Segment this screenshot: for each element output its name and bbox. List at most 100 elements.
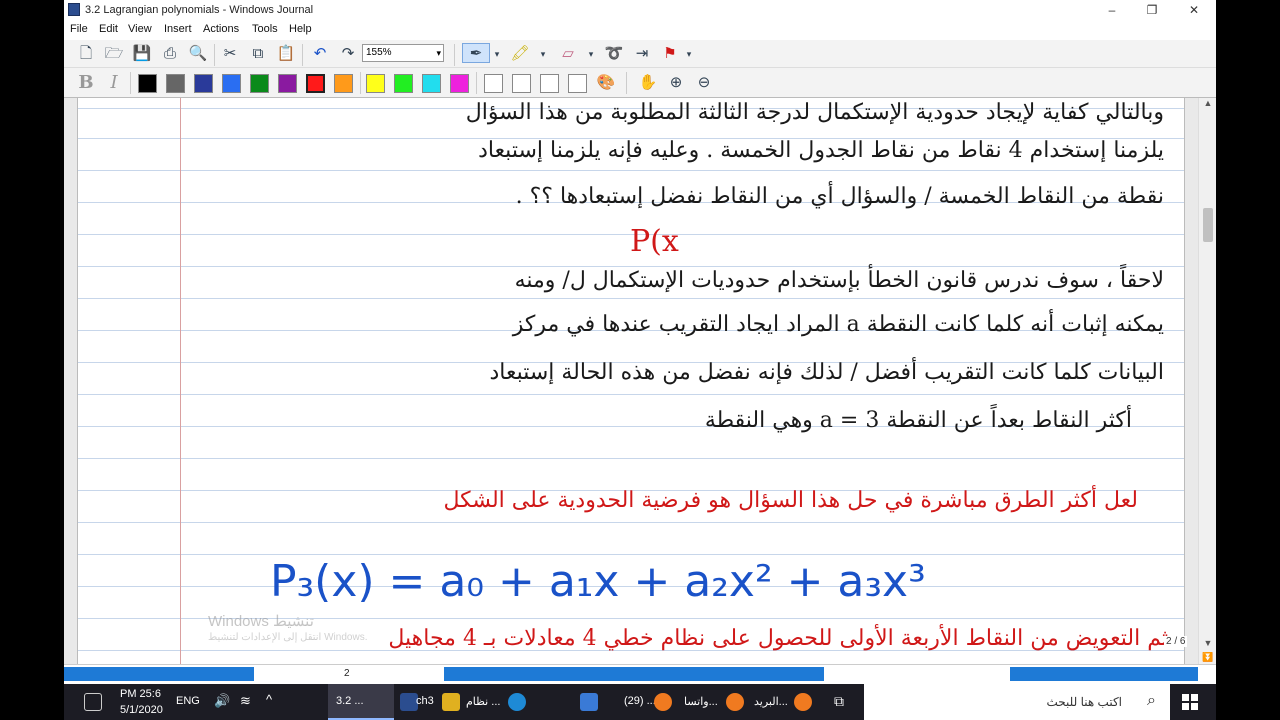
task-label[interactable]: (29) ... bbox=[624, 695, 656, 707]
separator bbox=[214, 44, 215, 66]
search-icon: ⌕ bbox=[1147, 692, 1156, 709]
color-swatch-magenta[interactable] bbox=[450, 74, 469, 93]
color-swatch-green[interactable] bbox=[250, 74, 269, 93]
menu-insert[interactable]: Insert bbox=[164, 23, 192, 35]
color-swatch-blue[interactable] bbox=[222, 74, 241, 93]
scroll-up-icon[interactable]: ▲ bbox=[1199, 98, 1216, 112]
red-ink-fragment: P(x bbox=[630, 224, 679, 259]
format-toolbar: B I 🎨 ✋ ⊕ ⊖ bbox=[64, 68, 1216, 98]
wifi-icon[interactable]: ≋ bbox=[240, 693, 251, 709]
save-icon[interactable]: 💾 bbox=[132, 44, 152, 64]
task-label[interactable]: ch3 bbox=[416, 695, 434, 707]
task-label[interactable]: البريد... bbox=[754, 695, 788, 708]
flag-icon[interactable]: ⚑ bbox=[660, 44, 680, 64]
highlighter-icon[interactable]: 🖍 bbox=[510, 44, 530, 64]
chevron-down-icon[interactable]: ▾ bbox=[538, 44, 548, 64]
page-tab[interactable] bbox=[1010, 667, 1198, 681]
network-icon[interactable] bbox=[580, 693, 598, 711]
color-swatch-yellow[interactable] bbox=[366, 74, 385, 93]
color-swatch-orange[interactable] bbox=[334, 74, 353, 93]
bold-icon[interactable]: B bbox=[76, 73, 96, 93]
scroll-thumb[interactable] bbox=[1203, 208, 1213, 242]
windows-taskbar: PM 25:6 5/1/2020 ENG 🔊 ≋ ^ 3.2 ... ch3 ن… bbox=[64, 684, 1216, 720]
menu-file[interactable]: File bbox=[70, 23, 88, 35]
maximize-button[interactable]: ❐ bbox=[1134, 1, 1170, 19]
windows-start-icon[interactable] bbox=[1182, 694, 1198, 710]
color-swatch-empty[interactable] bbox=[512, 74, 531, 93]
copy-icon[interactable]: ⧉ bbox=[248, 44, 268, 64]
color-swatch-empty[interactable] bbox=[568, 74, 587, 93]
insert-space-icon[interactable]: ⇥ bbox=[632, 44, 652, 64]
firefox-icon[interactable] bbox=[654, 693, 672, 711]
taskbar-search-box[interactable]: اكتب هنا للبحث ⌕ bbox=[864, 684, 1170, 720]
volume-icon[interactable]: 🔊 bbox=[214, 693, 230, 709]
firefox-icon[interactable] bbox=[726, 693, 744, 711]
zoom-in-icon[interactable]: ⊕ bbox=[666, 73, 686, 93]
firefox-icon[interactable] bbox=[794, 693, 812, 711]
zoom-out-icon[interactable]: ⊖ bbox=[694, 73, 714, 93]
menu-view[interactable]: View bbox=[128, 23, 152, 35]
ink-line: يلزمنا إستخدام 4 نقاط من نقاط الجدول الخ… bbox=[478, 138, 1164, 163]
open-icon[interactable]: 🗁 bbox=[104, 44, 124, 64]
lasso-select-icon[interactable]: ➰ bbox=[604, 44, 624, 64]
page-edge-right bbox=[1184, 98, 1198, 664]
margin-line bbox=[180, 98, 181, 664]
menu-actions[interactable]: Actions bbox=[203, 23, 239, 35]
undo-icon[interactable]: ↶ bbox=[310, 44, 330, 64]
page-tab[interactable] bbox=[64, 667, 254, 681]
page-indicator: 2 / 6 bbox=[1164, 636, 1188, 647]
print-icon[interactable]: ⎙ bbox=[160, 44, 180, 64]
scroll-down-icon[interactable]: ▼ bbox=[1199, 638, 1216, 652]
find-icon[interactable]: 🔍 bbox=[188, 44, 208, 64]
zoom-select[interactable]: 155% ▾ bbox=[362, 44, 444, 62]
notification-icon[interactable] bbox=[84, 693, 102, 711]
pan-hand-icon[interactable]: ✋ bbox=[638, 73, 658, 93]
color-swatch-cyan[interactable] bbox=[422, 74, 441, 93]
menu-help[interactable]: Help bbox=[289, 23, 312, 35]
italic-icon[interactable]: I bbox=[104, 73, 124, 93]
color-swatch-gray[interactable] bbox=[166, 74, 185, 93]
color-swatch-purple[interactable] bbox=[278, 74, 297, 93]
paste-icon[interactable]: 📋 bbox=[276, 44, 296, 64]
tray-chevron-icon[interactable]: ^ bbox=[266, 692, 272, 707]
task-view-icon[interactable]: ⧉ bbox=[834, 693, 844, 710]
standard-toolbar: 🗋 🗁 💾 ⎙ 🔍 ✂ ⧉ 📋 ↶ ↷ 155% ▾ ✒ ▾ 🖍 ▾ ▱ ▾ ➰… bbox=[64, 40, 1216, 68]
menu-tools[interactable]: Tools bbox=[252, 23, 278, 35]
chevron-down-icon[interactable]: ▾ bbox=[684, 44, 694, 64]
clock-date[interactable]: 5/1/2020 bbox=[120, 704, 163, 716]
folder-icon[interactable] bbox=[442, 693, 460, 711]
journal-window: 3.2 Lagrangian polynomials - Windows Jou… bbox=[64, 0, 1216, 684]
ink-line: وبالتالي كفاية لإيجاد حدودية الإستكمال ل… bbox=[465, 100, 1164, 125]
edge-browser-icon[interactable] bbox=[508, 693, 526, 711]
page-edge-left bbox=[64, 98, 78, 664]
color-swatch-red[interactable] bbox=[306, 74, 325, 93]
title-bar: 3.2 Lagrangian polynomials - Windows Jou… bbox=[64, 0, 1216, 20]
chevron-down-icon: ▾ bbox=[436, 48, 441, 58]
color-palette-icon[interactable]: 🎨 bbox=[596, 73, 616, 93]
task-label[interactable]: واتسا... bbox=[684, 695, 718, 708]
color-swatch-navy[interactable] bbox=[194, 74, 213, 93]
redo-icon[interactable]: ↷ bbox=[338, 44, 358, 64]
cut-icon[interactable]: ✂ bbox=[220, 44, 240, 64]
note-page[interactable]: وبالتالي كفاية لإيجاد حدودية الإستكمال ل… bbox=[64, 98, 1198, 664]
eraser-icon[interactable]: ▱ bbox=[558, 44, 578, 64]
minimize-button[interactable]: – bbox=[1094, 1, 1130, 19]
color-swatch-lime[interactable] bbox=[394, 74, 413, 93]
new-note-icon[interactable]: 🗋 bbox=[76, 44, 96, 64]
vertical-scrollbar[interactable]: ▲ ▼ ⏬ bbox=[1198, 98, 1216, 664]
task-journal[interactable]: 3.2 ... bbox=[328, 684, 394, 720]
separator bbox=[454, 44, 455, 66]
clock-time[interactable]: PM 25:6 bbox=[120, 688, 161, 700]
close-button[interactable]: ✕ bbox=[1176, 1, 1212, 19]
activation-watermark: Windows تنشيط bbox=[208, 613, 314, 630]
chevron-down-icon[interactable]: ▾ bbox=[586, 44, 596, 64]
chevron-down-icon[interactable]: ▾ bbox=[492, 44, 502, 64]
page-tab[interactable] bbox=[444, 667, 824, 681]
color-swatch-empty[interactable] bbox=[540, 74, 559, 93]
language-indicator[interactable]: ENG bbox=[176, 695, 200, 707]
menu-edit[interactable]: Edit bbox=[99, 23, 118, 35]
task-label[interactable]: نظام ... bbox=[466, 695, 500, 708]
color-swatch-empty[interactable] bbox=[484, 74, 503, 93]
pen-icon[interactable]: ✒ bbox=[462, 43, 490, 63]
color-swatch-black[interactable] bbox=[138, 74, 157, 93]
